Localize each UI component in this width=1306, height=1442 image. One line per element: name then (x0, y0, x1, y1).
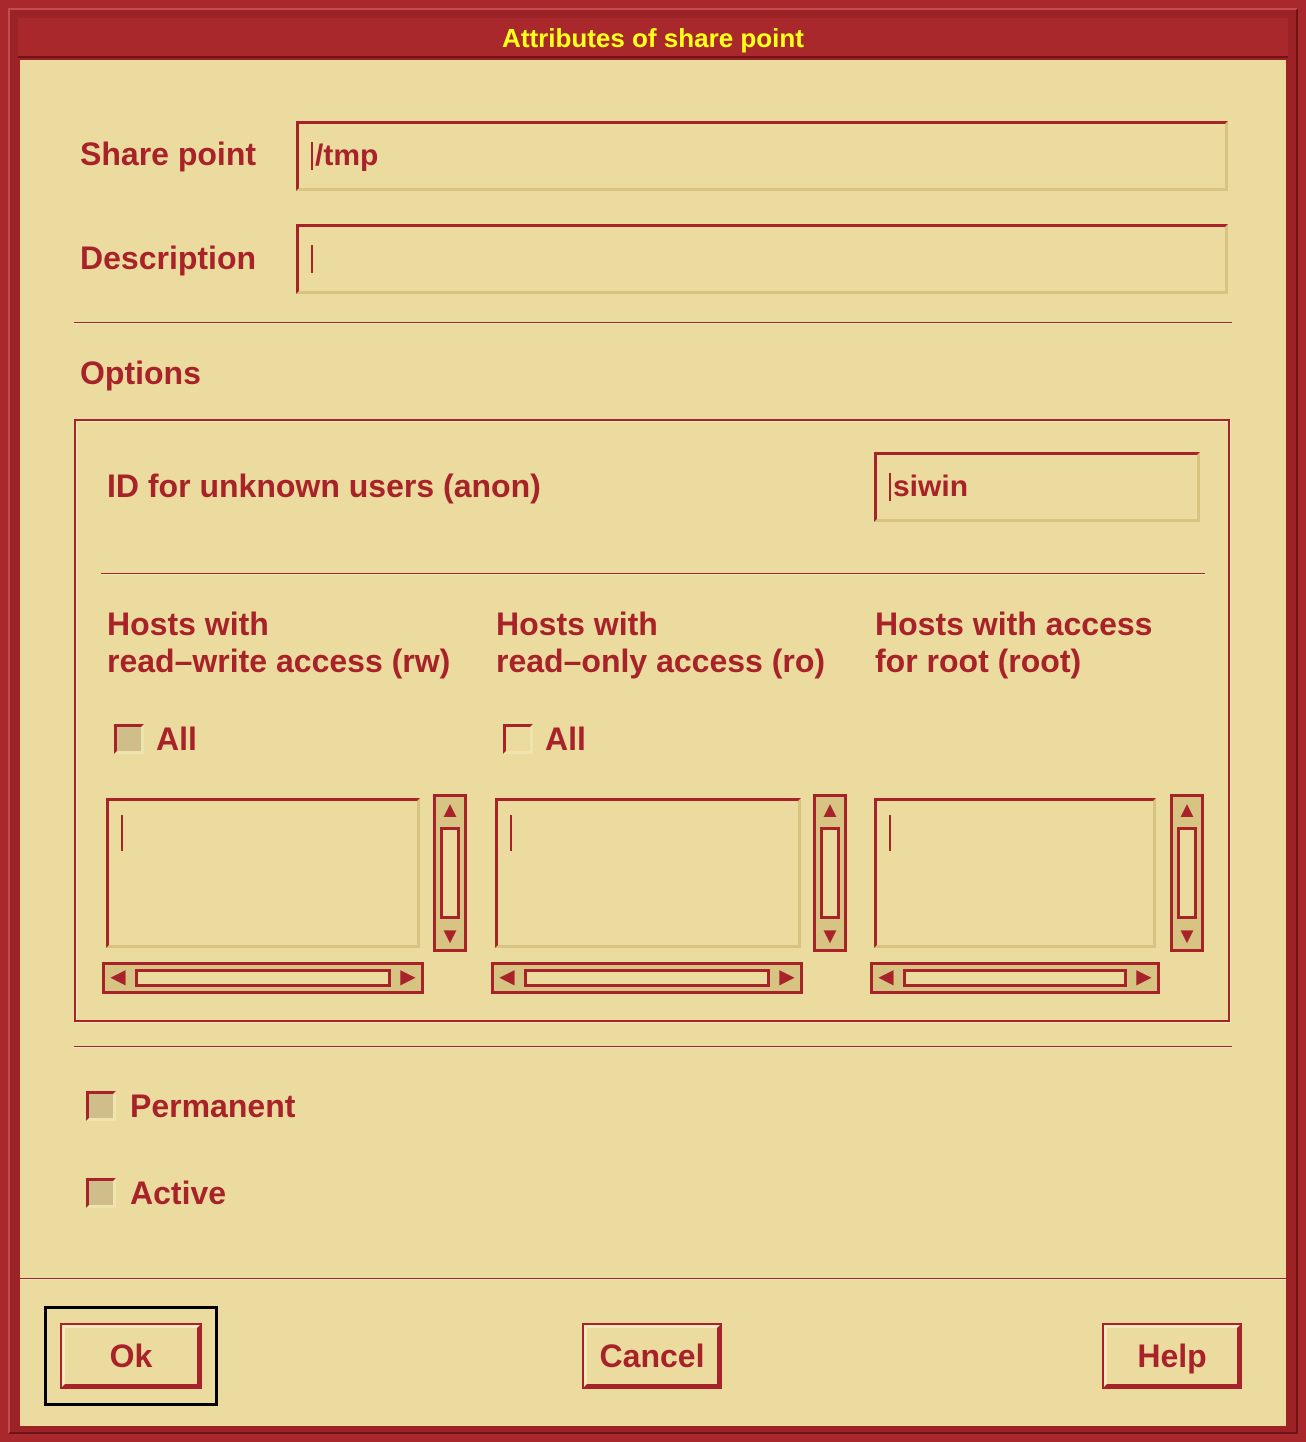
permanent-label: Permanent (130, 1088, 296, 1124)
description-field[interactable] (296, 224, 1228, 294)
share-point-label: Share point (80, 136, 257, 172)
ok-button[interactable]: Ok (62, 1325, 200, 1387)
ro-hosts-list[interactable] (495, 798, 801, 948)
anon-id-field[interactable]: siwin (874, 452, 1200, 522)
anon-id-value: siwin (893, 470, 969, 503)
active-checkbox[interactable] (86, 1178, 116, 1208)
description-label: Description (80, 240, 257, 276)
active-label: Active (130, 1175, 227, 1211)
root-hosts-list[interactable] (874, 798, 1156, 948)
text-cursor (889, 473, 891, 501)
rw-heading-line2: read–write access (rw) (107, 643, 451, 679)
root-vertical-scrollbar[interactable]: ▲ ▼ (1170, 794, 1204, 952)
root-heading-line2: for root (root) (875, 643, 1082, 679)
anon-label: ID for unknown users (anon) (107, 468, 541, 504)
scroll-up-icon[interactable]: ▲ (816, 797, 844, 823)
separator (101, 573, 1205, 575)
rw-all-checkbox[interactable] (114, 724, 144, 754)
text-cursor (311, 245, 313, 273)
scroll-left-icon[interactable]: ◀ (494, 965, 520, 991)
separator (20, 1278, 1286, 1280)
options-label: Options (80, 355, 201, 391)
scroll-thumb[interactable] (903, 969, 1127, 987)
ro-all-label: All (545, 721, 586, 757)
scroll-down-icon[interactable]: ▼ (436, 923, 464, 949)
cancel-button[interactable]: Cancel (584, 1325, 720, 1387)
separator (74, 322, 1232, 324)
root-horizontal-scrollbar[interactable]: ◀ ▶ (870, 962, 1160, 994)
scroll-down-icon[interactable]: ▼ (1173, 923, 1201, 949)
root-heading-line1: Hosts with access (875, 606, 1153, 642)
text-cursor (889, 815, 891, 851)
permanent-checkbox[interactable] (86, 1091, 116, 1121)
scroll-right-icon[interactable]: ▶ (395, 965, 421, 991)
ro-heading-line2: read–only access (ro) (496, 643, 826, 679)
scroll-right-icon[interactable]: ▶ (1131, 965, 1157, 991)
help-button[interactable]: Help (1104, 1325, 1240, 1387)
scroll-down-icon[interactable]: ▼ (816, 923, 844, 949)
scroll-thumb[interactable] (135, 969, 391, 987)
scroll-up-icon[interactable]: ▲ (1173, 797, 1201, 823)
text-cursor (121, 815, 123, 851)
scroll-right-icon[interactable]: ▶ (774, 965, 800, 991)
scroll-left-icon[interactable]: ◀ (105, 965, 131, 991)
ro-all-checkbox[interactable] (503, 724, 533, 754)
rw-all-label: All (156, 721, 197, 757)
window-title: Attributes of share point (502, 23, 804, 53)
ro-vertical-scrollbar[interactable]: ▲ ▼ (813, 794, 847, 952)
scroll-thumb[interactable] (1177, 827, 1197, 919)
scroll-left-icon[interactable]: ◀ (873, 965, 899, 991)
share-point-value: /tmp (315, 139, 379, 172)
rw-horizontal-scrollbar[interactable]: ◀ ▶ (102, 962, 424, 994)
text-cursor (311, 142, 313, 170)
ro-heading-line1: Hosts with (496, 606, 658, 642)
share-point-field[interactable]: /tmp (296, 121, 1228, 191)
scroll-up-icon[interactable]: ▲ (436, 797, 464, 823)
separator (74, 1046, 1232, 1048)
scroll-thumb[interactable] (820, 827, 840, 919)
rw-hosts-list[interactable] (106, 798, 420, 948)
text-cursor (510, 815, 512, 851)
rw-heading-line1: Hosts with (107, 606, 269, 642)
ro-horizontal-scrollbar[interactable]: ◀ ▶ (491, 962, 803, 994)
scroll-thumb[interactable] (440, 827, 460, 919)
rw-vertical-scrollbar[interactable]: ▲ ▼ (433, 794, 467, 952)
scroll-thumb[interactable] (524, 969, 770, 987)
